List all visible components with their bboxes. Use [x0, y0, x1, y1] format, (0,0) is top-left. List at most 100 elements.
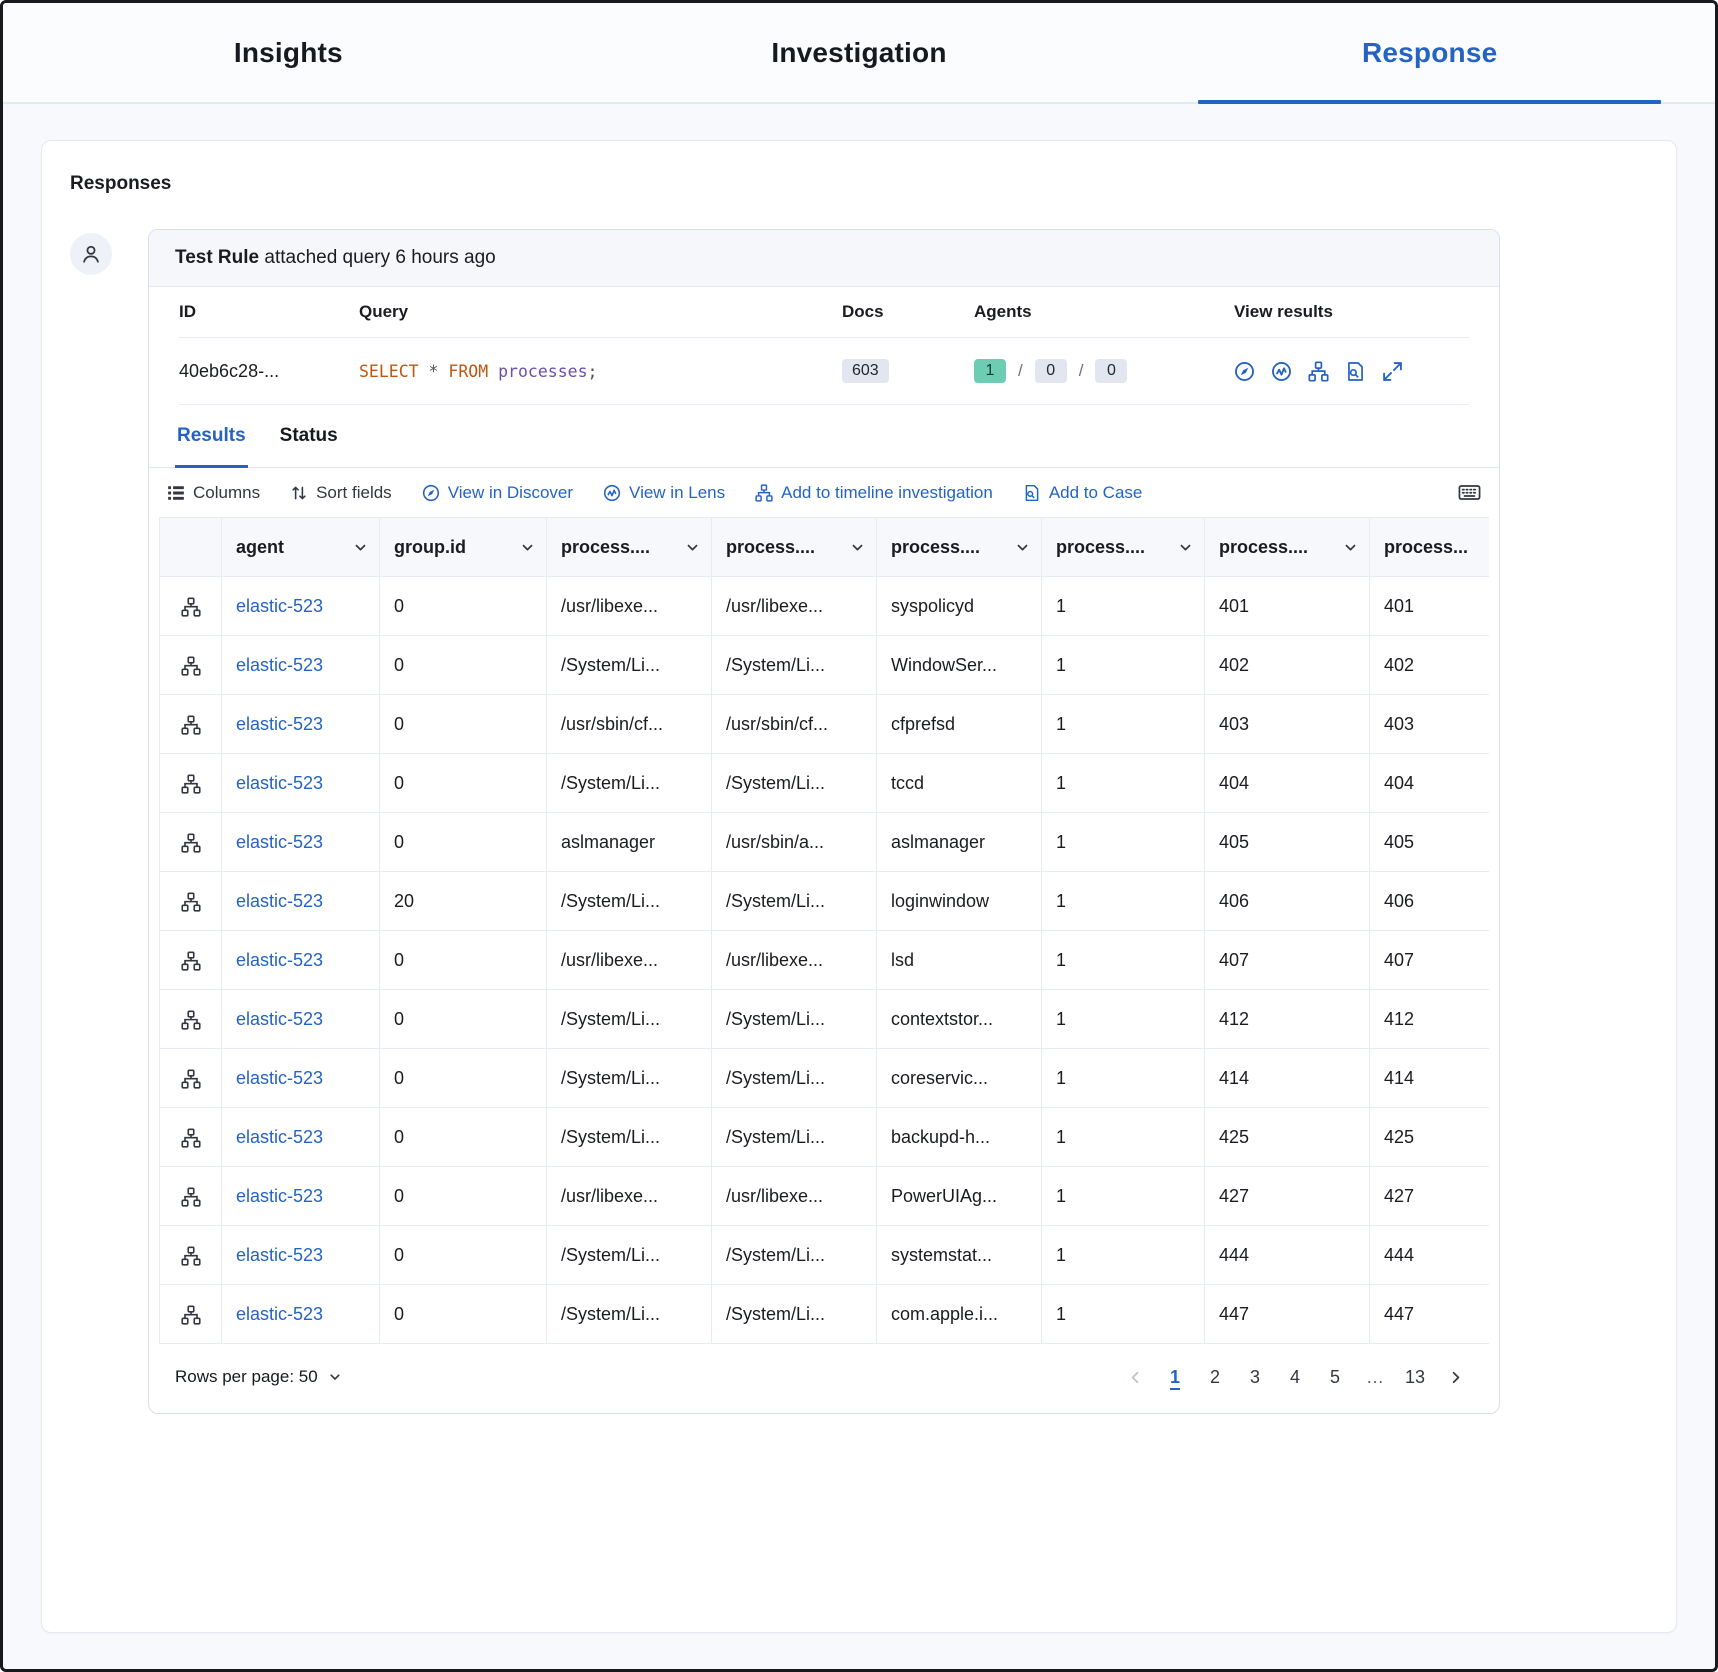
sort-fields-button[interactable]: Sort fields	[290, 483, 392, 503]
pagination-page-4[interactable]: 4	[1277, 1359, 1313, 1395]
grid-cell: 0	[380, 754, 547, 813]
timeline-icon[interactable]	[1308, 361, 1329, 382]
grid-cell: 412	[1370, 990, 1490, 1049]
analyzer-icon[interactable]	[181, 656, 201, 676]
response-comment: Test Rule attached query 6 hours ago ID …	[70, 229, 1648, 1414]
analyzer-icon[interactable]	[181, 1187, 201, 1207]
column-header-label: group.id	[394, 537, 466, 558]
column-header-process....[interactable]: process....	[877, 518, 1042, 577]
agent-cell: elastic-523	[222, 1167, 380, 1226]
agents-separator: /	[1018, 361, 1023, 381]
agent-link[interactable]: elastic-523	[236, 832, 323, 852]
row-action-cell	[160, 636, 222, 695]
pagination-page-1[interactable]: 1	[1157, 1359, 1193, 1395]
column-header-process....[interactable]: process....	[1042, 518, 1205, 577]
lens-icon	[603, 484, 621, 502]
grid-cell: /System/Li...	[547, 754, 712, 813]
column-header-agent[interactable]: agent	[222, 518, 380, 577]
responses-heading: Responses	[70, 173, 1648, 195]
sort-fields-label: Sort fields	[316, 483, 392, 503]
columns-icon	[167, 484, 185, 502]
tab-response[interactable]: Response	[1144, 3, 1715, 102]
column-header-process....[interactable]: process....	[547, 518, 712, 577]
agent-link[interactable]: elastic-523	[236, 1068, 323, 1088]
add-to-case-button[interactable]: Add to Case	[1023, 483, 1143, 503]
add-to-timeline-button[interactable]: Add to timeline investigation	[755, 483, 993, 503]
agents-separator: /	[1079, 361, 1084, 381]
agent-link[interactable]: elastic-523	[236, 773, 323, 793]
analyzer-icon[interactable]	[181, 1305, 201, 1325]
grid-toolbar: Columns Sort fields	[149, 468, 1499, 517]
grid-cell: 1	[1042, 1285, 1205, 1344]
chevron-down-icon	[849, 539, 866, 556]
grid-cell: /usr/libexe...	[712, 577, 877, 636]
row-action-cell	[160, 1049, 222, 1108]
column-header-label: process....	[561, 537, 650, 558]
grid-cell: 407	[1370, 931, 1490, 990]
grid-control-header	[160, 518, 222, 577]
agent-link[interactable]: elastic-523	[236, 1009, 323, 1029]
discover-icon[interactable]	[1234, 361, 1255, 382]
label-id: ID	[179, 287, 359, 337]
column-header-process....[interactable]: process....	[1205, 518, 1370, 577]
grid-cell: contextstor...	[877, 990, 1042, 1049]
column-header-label: process...	[1384, 537, 1468, 558]
analyzer-icon[interactable]	[181, 774, 201, 794]
view-in-discover-button[interactable]: View in Discover	[422, 483, 573, 503]
column-header-process...[interactable]: process...	[1370, 518, 1490, 577]
agent-link[interactable]: elastic-523	[236, 1127, 323, 1147]
tab-results[interactable]: Results	[175, 405, 248, 467]
column-header-process....[interactable]: process....	[712, 518, 877, 577]
pagination-page-2[interactable]: 2	[1197, 1359, 1233, 1395]
analyzer-icon[interactable]	[181, 597, 201, 617]
analyzer-icon[interactable]	[181, 892, 201, 912]
agent-link[interactable]: elastic-523	[236, 714, 323, 734]
tab-insights[interactable]: Insights	[3, 3, 574, 102]
pagination-page-3[interactable]: 3	[1237, 1359, 1273, 1395]
columns-button[interactable]: Columns	[167, 483, 260, 503]
tab-status[interactable]: Status	[278, 405, 340, 467]
query-token	[488, 362, 498, 381]
agent-link[interactable]: elastic-523	[236, 891, 323, 911]
column-header-group.id[interactable]: group.id	[380, 518, 547, 577]
grid-cell: /usr/libexe...	[712, 1167, 877, 1226]
agent-link[interactable]: elastic-523	[236, 655, 323, 675]
analyzer-icon[interactable]	[181, 715, 201, 735]
analyzer-icon[interactable]	[181, 951, 201, 971]
analyzer-icon[interactable]	[181, 833, 201, 853]
table-row: elastic-5230/usr/sbin/cf.../usr/sbin/cf.…	[160, 695, 1490, 754]
row-action-cell	[160, 754, 222, 813]
row-action-cell	[160, 1167, 222, 1226]
case-icon[interactable]	[1345, 361, 1366, 382]
grid-cell: aslmanager	[547, 813, 712, 872]
view-in-lens-button[interactable]: View in Lens	[603, 483, 725, 503]
grid-cell: 427	[1370, 1167, 1490, 1226]
pagination-page-13[interactable]: 13	[1397, 1359, 1433, 1395]
pagination-prev-button[interactable]	[1117, 1359, 1153, 1395]
query-token: SELECT	[359, 362, 419, 381]
pagination-next-button[interactable]	[1437, 1359, 1473, 1395]
tab-investigation[interactable]: Investigation	[574, 3, 1145, 102]
agent-link[interactable]: elastic-523	[236, 1245, 323, 1265]
agent-link[interactable]: elastic-523	[236, 1304, 323, 1324]
agent-link[interactable]: elastic-523	[236, 1186, 323, 1206]
rows-per-page-button[interactable]: Rows per page: 50	[175, 1367, 343, 1387]
agent-link[interactable]: elastic-523	[236, 596, 323, 616]
expand-icon[interactable]	[1382, 361, 1403, 382]
analyzer-icon[interactable]	[181, 1069, 201, 1089]
grid-cell: 447	[1205, 1285, 1370, 1344]
add-to-timeline-label: Add to timeline investigation	[781, 483, 993, 503]
analyzer-icon[interactable]	[181, 1246, 201, 1266]
chevron-down-icon	[327, 1369, 343, 1385]
analyzer-icon[interactable]	[181, 1128, 201, 1148]
agent-link[interactable]: elastic-523	[236, 950, 323, 970]
responses-panel: Responses Test Rule attached query 6 hou…	[41, 140, 1677, 1633]
analyzer-icon[interactable]	[181, 1010, 201, 1030]
docs-count-badge: 603	[842, 359, 889, 383]
keyboard-shortcuts-button[interactable]	[1458, 481, 1481, 504]
lens-icon[interactable]	[1271, 361, 1292, 382]
grid-cell: 403	[1205, 695, 1370, 754]
grid-cell: 1	[1042, 1108, 1205, 1167]
grid-cell: systemstat...	[877, 1226, 1042, 1285]
pagination-page-5[interactable]: 5	[1317, 1359, 1353, 1395]
